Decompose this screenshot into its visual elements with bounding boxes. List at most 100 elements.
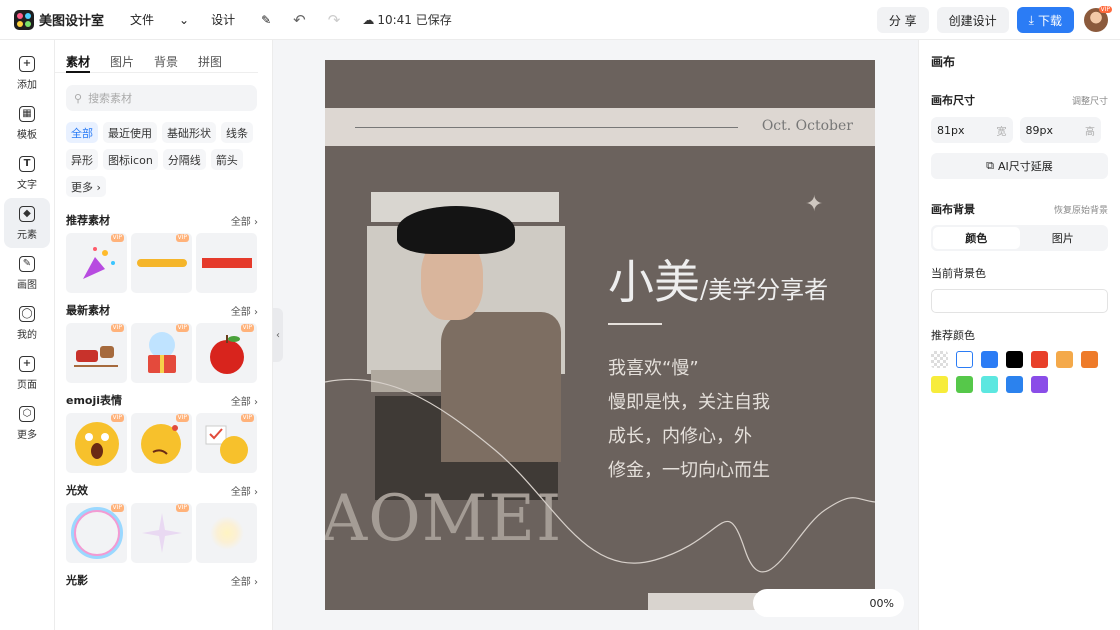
current-color-field[interactable] <box>931 289 1108 313</box>
category-chip[interactable]: 全部 <box>66 122 98 143</box>
download-label: 下载 <box>1037 13 1062 28</box>
avatar[interactable]: VIP <box>1084 6 1112 32</box>
nav-item-3[interactable]: ◆ 元素 <box>4 198 50 248</box>
save-status: ☁ 10:41 已保存 <box>362 11 473 28</box>
nav-item-7[interactable]: ⬡ 更多 <box>0 398 54 448</box>
create-design-button[interactable]: 创建设计 <box>936 7 1009 33</box>
width-field[interactable]: 81px 宽 <box>931 117 1013 143</box>
restore-bg-link[interactable]: 恢复原始背景 <box>1054 203 1108 216</box>
date-text[interactable]: Oct. October <box>762 118 853 134</box>
undo-icon[interactable]: ↶ <box>293 11 306 29</box>
chevron-down-icon: ⌄ <box>179 12 190 27</box>
emoji-check-thumb[interactable]: VIP <box>196 413 257 473</box>
category-chip[interactable]: 基础形状 <box>162 122 216 143</box>
band-line <box>355 127 738 128</box>
nav-item-0[interactable]: + 添加 <box>0 48 54 98</box>
see-all-link[interactable]: 全部 › <box>231 213 258 228</box>
glow-shape <box>209 516 244 550</box>
file-menu[interactable]: 文件 ⌄ <box>130 11 189 28</box>
category-chip[interactable]: 分隔线 <box>162 149 206 170</box>
color-swatch[interactable] <box>1031 376 1048 393</box>
sparkle-star-icon[interactable]: ✦ <box>805 192 823 217</box>
color-swatch[interactable] <box>1081 351 1098 368</box>
reindeer-sleigh-icon <box>73 346 118 367</box>
section-shadow: 光影 全部 › <box>55 571 272 589</box>
red-bar-thumb[interactable] <box>196 233 257 293</box>
redo-icon[interactable]: ↷ <box>328 11 341 29</box>
section-emoji: emoji表情 全部 › <box>55 391 272 409</box>
color-swatch[interactable] <box>981 376 998 393</box>
title-divider[interactable] <box>608 323 662 325</box>
color-swatch[interactable] <box>1031 351 1048 368</box>
category-chip[interactable]: 图标icon <box>103 149 158 170</box>
sparkle-thumb[interactable]: VIP <box>131 503 192 563</box>
nav-item-2[interactable]: T 文字 <box>0 148 54 198</box>
category-chip[interactable]: 异形 <box>66 149 98 170</box>
app-logo[interactable]: 美图设计室 <box>14 9 104 30</box>
color-swatch[interactable] <box>956 376 973 393</box>
color-swatch[interactable] <box>1056 351 1073 368</box>
headline[interactable]: 小美/美学分享者 <box>608 246 828 312</box>
nav-label: 页面 <box>17 379 37 391</box>
download-button[interactable]: ⤓ 下载 <box>1016 7 1074 33</box>
color-swatch[interactable] <box>981 351 998 368</box>
ai-extend-button[interactable]: ⧉ AI尺寸延展 <box>931 153 1108 179</box>
bubble-thumb[interactable]: VIP <box>66 503 127 563</box>
tab-background[interactable]: 背景 <box>154 53 178 72</box>
nav-label: 我的 <box>17 329 37 341</box>
ai-extend-icon: ⧉ <box>986 159 995 172</box>
see-all-link[interactable]: 全部 › <box>231 573 258 588</box>
tab-collage[interactable]: 拼图 <box>198 53 222 72</box>
see-all-link[interactable]: 全部 › <box>231 483 258 498</box>
category-chip[interactable]: 箭头 <box>210 149 243 170</box>
design-canvas[interactable]: Oct. October ✦ 小美/美学分享者 我喜欢“慢” 慢即是快，关注自我… <box>325 60 875 610</box>
tab-material[interactable]: 素材 <box>66 53 91 73</box>
nav-item-1[interactable]: ▦ 模板 <box>0 98 54 148</box>
bubble-ring-icon <box>70 507 123 559</box>
text-icon: T <box>19 155 35 172</box>
share-button[interactable]: 分 享 <box>876 7 929 33</box>
confetti-thumb[interactable]: VIP <box>66 233 127 293</box>
brush-stroke-thumb[interactable]: VIP <box>131 233 192 293</box>
height-unit: 高 <box>1085 126 1095 138</box>
color-swatch[interactable] <box>1006 376 1023 393</box>
nav-item-5[interactable]: ◯ 我的 <box>0 298 54 348</box>
headline-title: 小美 <box>608 255 700 309</box>
height-field[interactable]: 89px 高 <box>1019 117 1101 143</box>
color-swatch[interactable] <box>931 376 948 393</box>
color-swatch[interactable] <box>1006 351 1023 368</box>
top-bar: 美图设计室 文件 ⌄ 设计 ✎ ↶ ↷ ☁ 10:41 已保存 分 享 创建设计 ⤓… <box>0 0 1120 40</box>
collapse-panel-button[interactable]: ‹ <box>273 308 283 362</box>
snow-globe-thumb[interactable]: VIP <box>131 323 192 383</box>
transparent-swatch[interactable] <box>931 351 948 368</box>
date-band[interactable]: Oct. October <box>325 108 875 146</box>
design-menu[interactable]: 设计 ✎ <box>211 11 271 28</box>
search-input[interactable]: ⚲ 搜索素材 <box>66 85 257 111</box>
category-chips: 全部 最近使用 基础形状 线条异形 图标icon 分隔线 箭头更多 › <box>55 111 272 203</box>
apple-thumb[interactable]: VIP <box>196 323 257 383</box>
sleigh-thumb[interactable]: VIP <box>66 323 127 383</box>
wave-line[interactable] <box>325 360 875 610</box>
see-all-link[interactable]: 全部 › <box>231 393 258 408</box>
vip-badge: VIP <box>110 234 124 242</box>
emoji-thinking-thumb[interactable]: VIP <box>131 413 192 473</box>
tab-image[interactable]: 图片 <box>110 53 134 72</box>
category-chip[interactable]: 更多 › <box>66 176 106 197</box>
section-title: 推荐素材 <box>66 214 110 227</box>
category-chip[interactable]: 最近使用 <box>103 122 157 143</box>
resize-link[interactable]: 调整尺寸 <box>1072 94 1108 107</box>
see-all-link[interactable]: 全部 › <box>231 303 258 318</box>
zoom-control[interactable]: 00% <box>753 589 904 617</box>
emoji-scared-thumb[interactable]: VIP <box>66 413 127 473</box>
section-recommend: 推荐素材 全部 › <box>55 211 272 229</box>
tab-picture[interactable]: 图片 <box>1020 227 1107 249</box>
canvas-bg-label: 画布背景 <box>931 203 975 216</box>
nav-item-6[interactable]: + 页面 <box>0 348 54 398</box>
glow-thumb[interactable] <box>196 503 257 563</box>
nav-item-4[interactable]: ✎ 画图 <box>0 248 54 298</box>
tab-color[interactable]: 颜色 <box>933 227 1020 249</box>
height-value: 89px <box>1025 123 1054 137</box>
color-swatch[interactable] <box>956 351 973 368</box>
check-sign-face-icon <box>205 425 248 464</box>
category-chip[interactable]: 线条 <box>221 122 253 143</box>
